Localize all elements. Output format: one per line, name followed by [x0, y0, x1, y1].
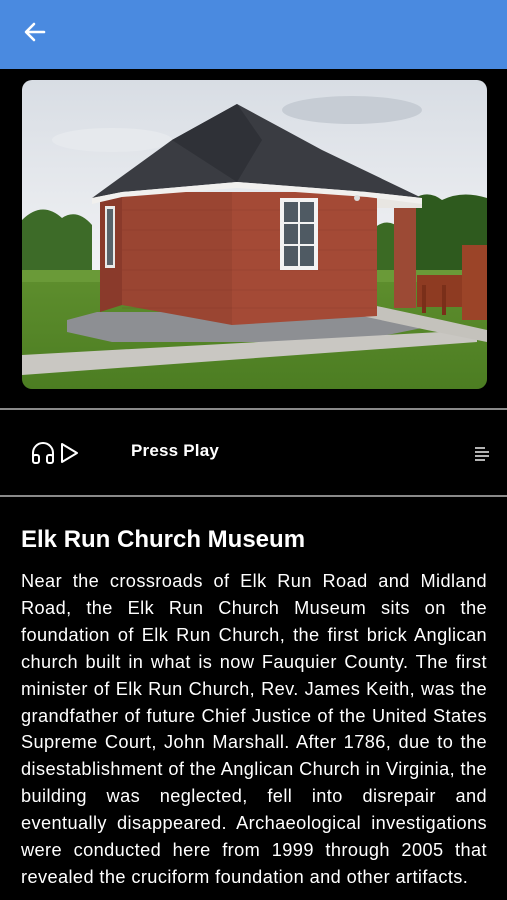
play-button[interactable] [30, 440, 86, 466]
divider-bottom [0, 495, 507, 497]
arrow-left-icon [24, 22, 46, 42]
article-body: Near the crossroads of Elk Run Road and … [21, 571, 487, 887]
divider-top [0, 408, 507, 410]
audio-player: Press Play [0, 411, 507, 495]
transcript-lines-icon [475, 447, 489, 461]
museum-building-image [22, 80, 487, 389]
player-status-label: Press Play [131, 441, 220, 460]
headphones-icon [32, 442, 54, 464]
transcript-button[interactable] [472, 444, 492, 464]
play-icon [61, 443, 78, 463]
museum-photo [22, 80, 487, 389]
top-app-bar [0, 0, 507, 69]
article-title: Elk Run Church Museum [21, 526, 306, 553]
back-button[interactable] [22, 19, 48, 45]
